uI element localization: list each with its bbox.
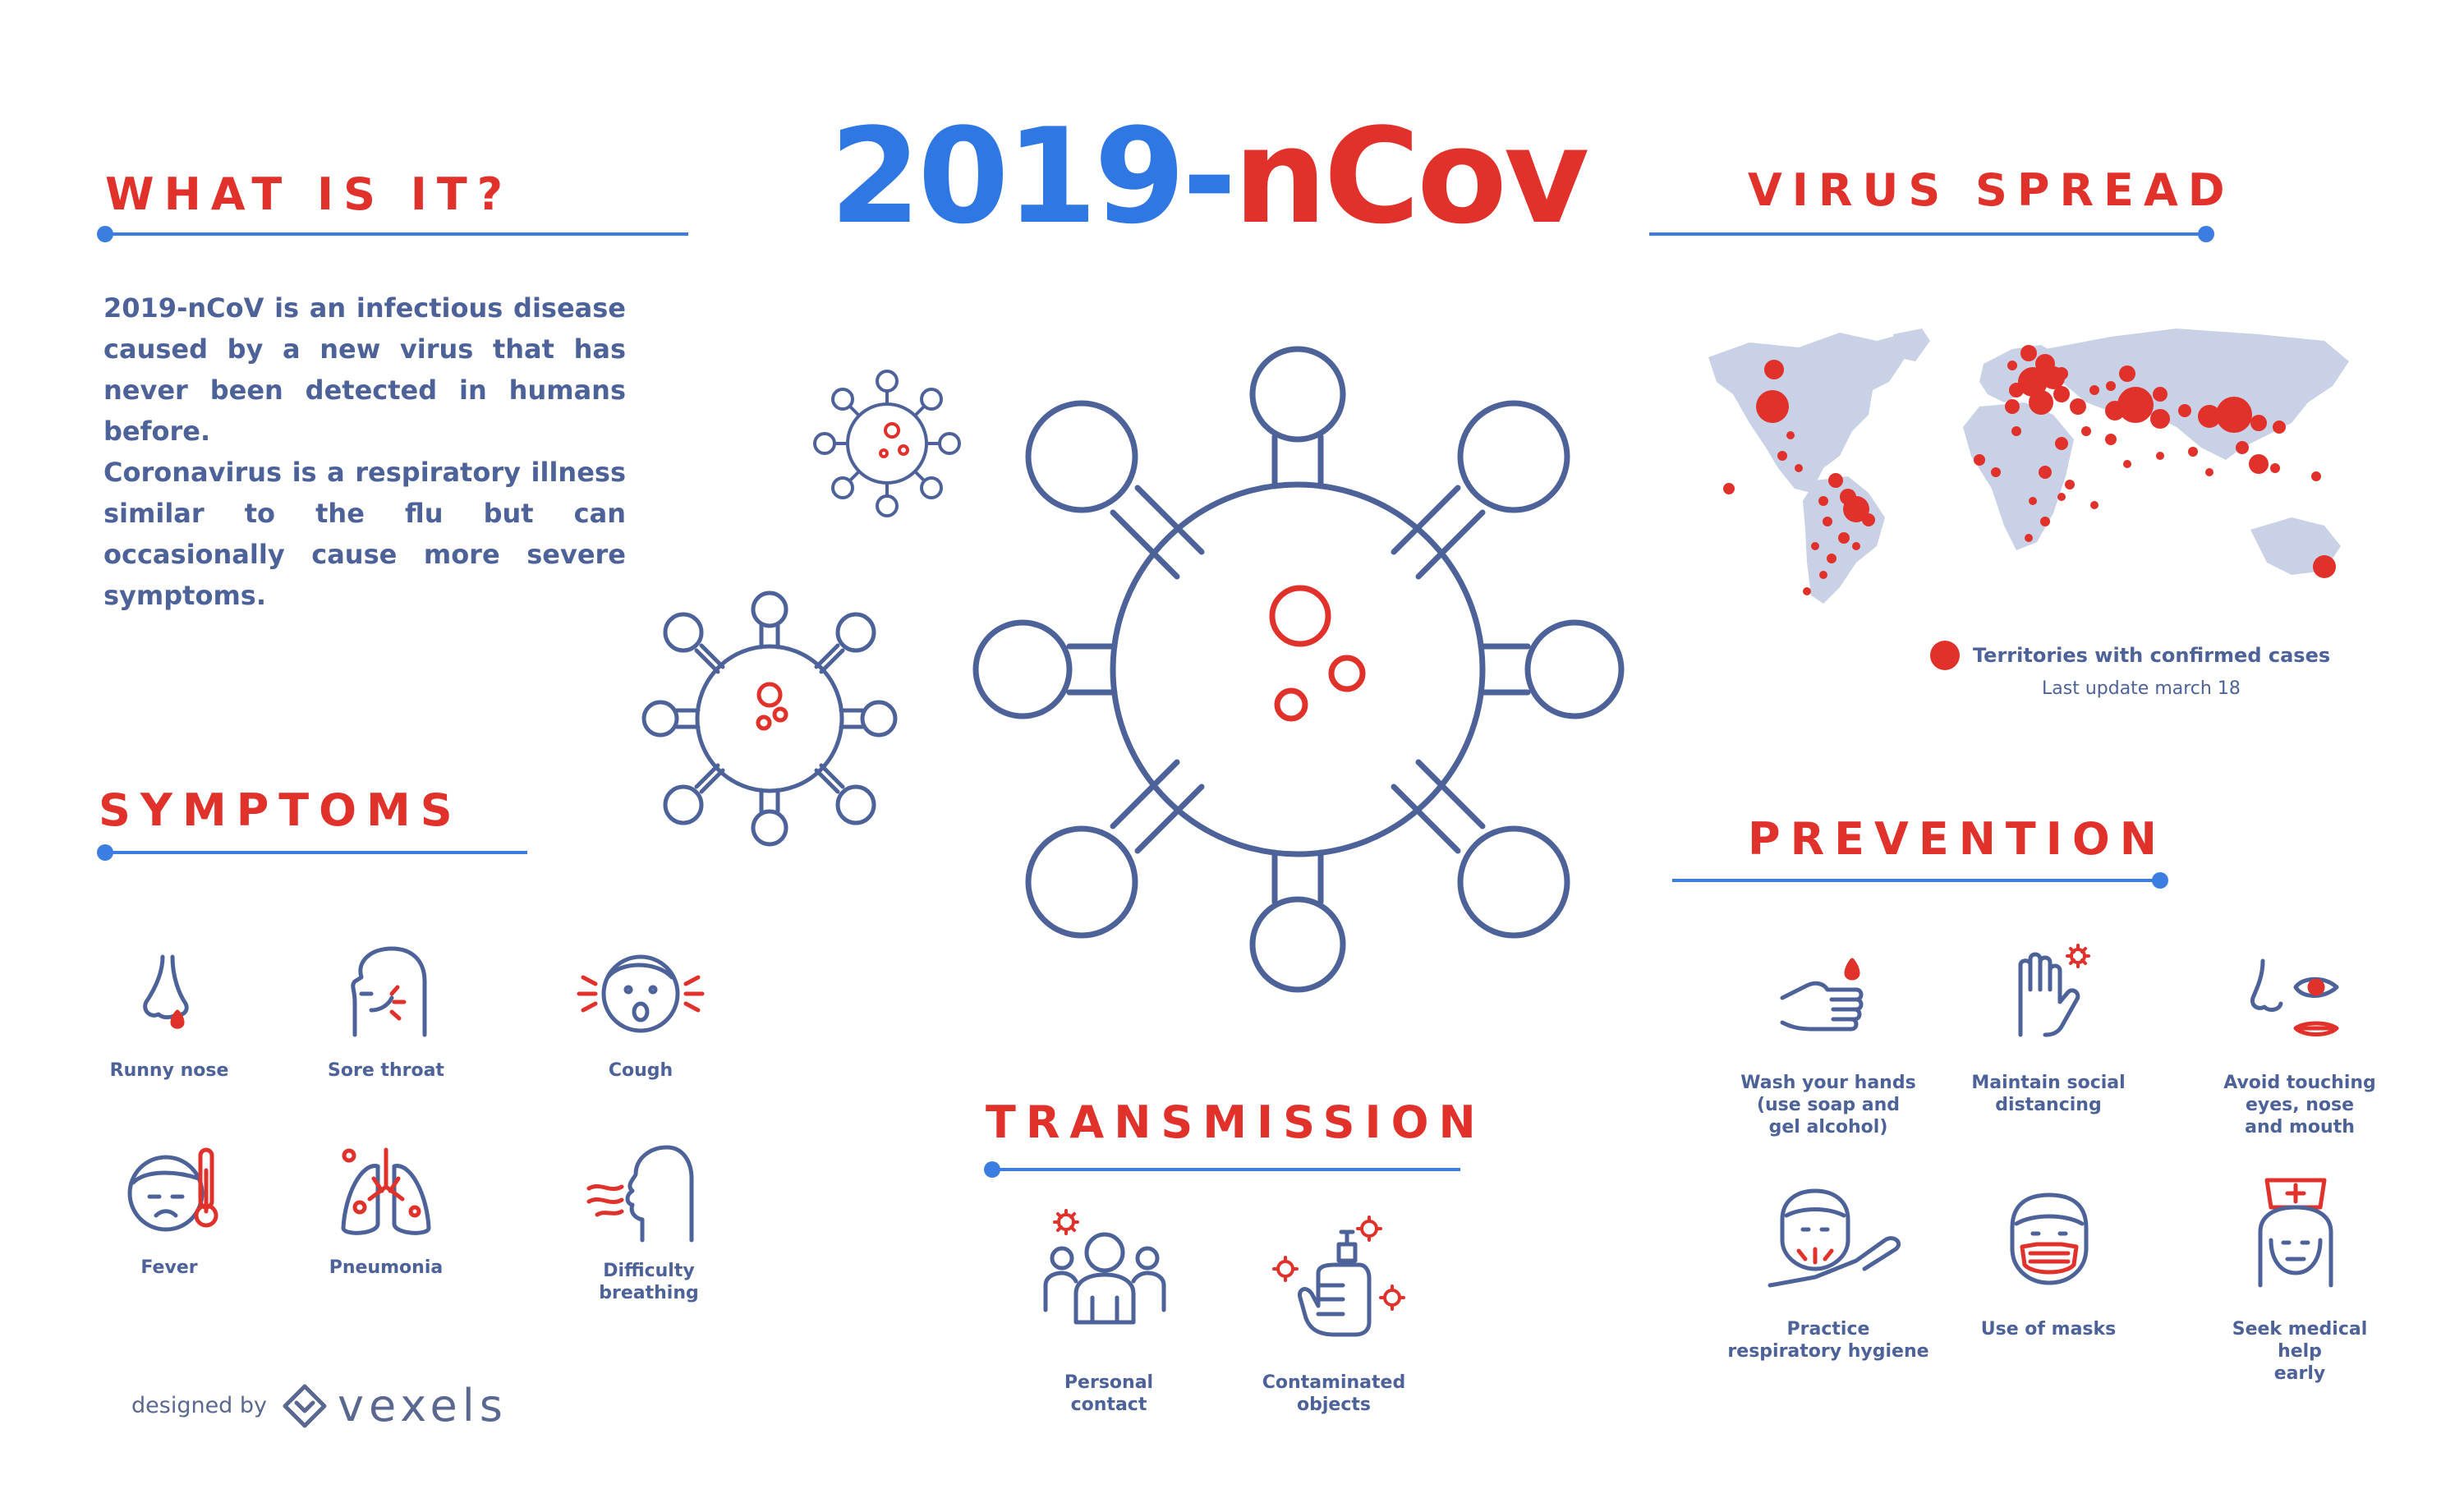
respiratory-hygiene-icon — [1768, 1188, 1901, 1288]
title-part-2: nCov — [1233, 99, 1590, 253]
prevention-label-masks: Use of masks — [1980, 1319, 2117, 1340]
symptom-label-difficulty-breathing: Difficulty breathing — [599, 1261, 699, 1303]
social-distancing-icon — [2018, 944, 2090, 1037]
pneumonia-icon — [341, 1147, 431, 1235]
credit-brand: vexels — [338, 1380, 508, 1432]
symptom-label-pneumonia: Pneumonia — [329, 1257, 444, 1278]
difficulty-breathing-icon — [586, 1145, 694, 1243]
confirmed-case-legend-dot — [1930, 641, 1960, 670]
map-legend-label: Territories with confirmed cases — [1973, 644, 2331, 667]
transmission-rule — [984, 1161, 1460, 1178]
what-is-it-para-2: Coronavirus is a respiratory illness sim… — [103, 457, 626, 611]
transmission-heading: TRANSMISSION — [986, 1096, 1486, 1148]
symptom-label-fever: Fever — [140, 1257, 198, 1278]
vexels-logo-icon — [283, 1384, 327, 1427]
prevention-label-wash-hands: Wash your hands (use soap and gel alcoho… — [1740, 1073, 1916, 1137]
small-virus-illustration-left — [641, 591, 898, 847]
symptom-label-runny-nose: Runny nose — [109, 1060, 229, 1081]
personal-contact-icon — [1043, 1209, 1166, 1325]
virus-spread-rule — [1649, 226, 2214, 242]
page-title: 2019-nCov — [830, 103, 1589, 250]
prevention-rule — [1672, 872, 2168, 889]
spike-top-right — [1391, 400, 1570, 580]
symptom-label-cough: Cough — [608, 1060, 673, 1081]
title-part-1: 2019- — [830, 99, 1237, 253]
spike-bottom-left — [1025, 759, 1205, 939]
what-is-it-para-1: 2019-nCoV is an infectious disease cause… — [103, 292, 626, 447]
prevention-label-respiratory-hygiene: Practice respiratory hygiene — [1727, 1319, 1929, 1362]
small-virus-illustration-top — [813, 370, 961, 517]
transmission-label-contaminated-objects: Contaminated objects — [1262, 1372, 1406, 1415]
prevention-label-social-distancing: Maintain social distancing — [1971, 1073, 2126, 1115]
what-is-it-heading: WHAT IS IT? — [105, 168, 513, 220]
spike-bottom-right — [1391, 759, 1570, 939]
what-is-it-rule — [97, 226, 688, 242]
world-map — [1708, 329, 2349, 604]
map-update-note: Last update march 18 — [2042, 678, 2241, 699]
credit-prefix: designed by — [131, 1393, 268, 1418]
prevention-label-avoid-touching: Avoid touching eyes, nose and mouth — [2223, 1073, 2376, 1137]
symptom-label-sore-throat: Sore throat — [328, 1060, 444, 1081]
prevention-heading: PREVENTION — [1748, 813, 2167, 865]
spike-bottom — [1249, 849, 1346, 993]
designer-credit: designed by vexels — [131, 1380, 508, 1432]
spike-left — [972, 619, 1118, 719]
cough-icon — [577, 954, 705, 1033]
fever-icon — [127, 1147, 218, 1232]
medical-help-icon — [2258, 1178, 2333, 1288]
prevention-label-medical-help: Seek medical help early — [2232, 1319, 2368, 1384]
symptoms-heading: SYMPTOMS — [99, 784, 462, 836]
wash-hands-icon — [1780, 958, 1864, 1032]
virus-spread-heading: VIRUS SPREAD — [1748, 164, 2235, 216]
transmission-label-personal-contact: Personal contact — [1064, 1372, 1154, 1415]
sore-throat-icon — [351, 946, 427, 1037]
runny-nose-icon — [143, 954, 189, 1029]
mask-icon — [2010, 1193, 2089, 1285]
spike-top — [1249, 346, 1346, 489]
map-legend: Territories with confirmed cases — [1930, 641, 2330, 670]
spike-top-left — [1025, 400, 1205, 580]
large-virus-illustration — [972, 346, 1625, 993]
spike-right — [1478, 619, 1625, 719]
avoid-touching-face-icon — [2250, 958, 2339, 1036]
contaminated-objects-icon — [1272, 1216, 1405, 1337]
symptoms-rule — [97, 844, 527, 861]
